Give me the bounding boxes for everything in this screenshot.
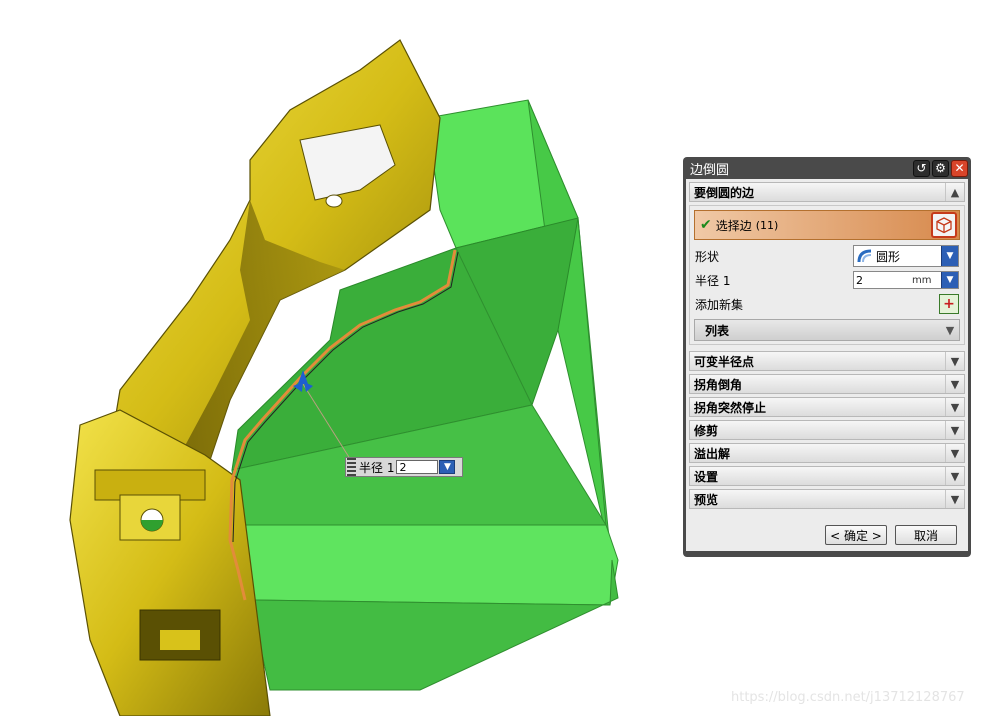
checkmark-icon: ✔ — [700, 217, 712, 233]
shape-select[interactable]: 圆形 ▼ — [853, 245, 959, 267]
shape-label: 形状 — [695, 249, 720, 264]
grip-icon[interactable] — [347, 458, 356, 476]
list-header-label: 列表 — [705, 323, 730, 338]
section-header-collapsed[interactable]: 溢出解 ▼ — [689, 443, 965, 463]
section-title-edges: 要倒圆的边 — [694, 185, 755, 200]
radius-value[interactable]: 2 — [854, 274, 912, 287]
section-header-edges[interactable]: 要倒圆的边 ▲ — [689, 182, 965, 202]
chevron-down-icon[interactable]: ▼ — [945, 444, 964, 462]
cube-icon — [936, 217, 952, 234]
ok-button[interactable]: < 确定 > — [825, 525, 887, 545]
radius-input[interactable]: 2 mm ▼ — [853, 271, 959, 289]
add-new-set-row: 添加新集 + — [694, 292, 960, 316]
chevron-down-icon[interactable]: ▼ — [439, 460, 456, 474]
section-title: 预览 — [694, 492, 719, 507]
collapsed-sections: 可变半径点 ▼ 拐角倒角 ▼ 拐角突然停止 ▼ 修剪 ▼ 溢出解 ▼ 设置 ▼ 预览 ▼ — [689, 351, 965, 509]
chevron-down-icon[interactable]: ▼ — [945, 490, 964, 508]
select-edge-count: (11) — [755, 218, 779, 232]
section-header-collapsed[interactable]: 可变半径点 ▼ — [689, 351, 965, 371]
chevron-down-icon[interactable]: ▼ — [945, 421, 964, 439]
reset-icon[interactable]: ↺ — [913, 159, 930, 177]
section-header-collapsed[interactable]: 拐角倒角 ▼ — [689, 374, 965, 394]
section-title: 拐角倒角 — [694, 377, 743, 392]
green-body-front-face — [237, 524, 619, 606]
section-title: 可变半径点 — [694, 354, 755, 369]
list-header[interactable]: 列表 ▼ — [694, 319, 960, 341]
add-new-set-icon[interactable]: + — [939, 294, 959, 314]
section-header-collapsed[interactable]: 设置 ▼ — [689, 466, 965, 486]
chevron-down-icon[interactable]: ▼ — [941, 246, 958, 266]
add-new-set-label: 添加新集 — [695, 297, 744, 312]
connector-slot-inner — [160, 630, 200, 650]
select-edge-label: 选择边 — [715, 218, 752, 233]
chevron-down-icon[interactable]: ▼ — [941, 324, 959, 337]
radius-label: 半径 1 — [695, 273, 731, 288]
section-header-collapsed[interactable]: 修剪 ▼ — [689, 420, 965, 440]
section-title: 设置 — [694, 469, 719, 484]
chevron-down-icon[interactable]: ▼ — [945, 398, 964, 416]
circular-shape-icon — [857, 249, 872, 263]
floating-radius-value-field[interactable]: 2 — [396, 460, 439, 474]
dialog-titlebar[interactable]: 边倒圆 ↺ ⚙ ✕ — [686, 157, 968, 179]
chevron-down-icon[interactable]: ▼ — [941, 272, 958, 288]
chevron-down-icon[interactable]: ▼ — [945, 467, 964, 485]
section-body-edges: ✔ 选择边 (11) 形状 圆形 ▼ 半径 1 2 mm ▼ 添加新集 + 列表… — [689, 205, 965, 345]
floating-radius-label: 半径 1 — [359, 460, 395, 475]
edge-blend-dialog: 边倒圆 ↺ ⚙ ✕ 要倒圆的边 ▲ ✔ 选择边 (11) 形状 圆形 ▼ 半径 … — [683, 157, 971, 557]
section-title: 修剪 — [694, 423, 719, 438]
shape-value: 圆形 — [876, 249, 901, 264]
section-header-collapsed[interactable]: 预览 ▼ — [689, 489, 965, 509]
close-icon[interactable]: ✕ — [951, 159, 968, 177]
dialog-body: 要倒圆的边 ▲ ✔ 选择边 (11) 形状 圆形 ▼ 半径 1 2 mm ▼ 添… — [686, 179, 968, 551]
select-edge-cube-icon[interactable] — [931, 212, 957, 238]
section-title: 溢出解 — [694, 446, 731, 461]
chevron-down-icon[interactable]: ▼ — [945, 375, 964, 393]
watermark: https://blog.csdn.net/j13712128767 — [731, 690, 965, 705]
chevron-up-icon[interactable]: ▲ — [945, 183, 964, 201]
section-title: 拐角突然停止 — [694, 400, 767, 415]
chevron-down-icon[interactable]: ▼ — [945, 352, 964, 370]
select-edge-row[interactable]: ✔ 选择边 (11) — [694, 210, 960, 240]
dialog-footer: < 确定 > 取消 — [689, 519, 965, 551]
section-header-collapsed[interactable]: 拐角突然停止 ▼ — [689, 397, 965, 417]
radius-unit: mm — [912, 274, 932, 286]
cancel-button[interactable]: 取消 — [895, 525, 957, 545]
yellow-bracket-hole — [325, 194, 343, 208]
radius-row: 半径 1 2 mm ▼ — [694, 268, 960, 292]
gear-icon[interactable]: ⚙ — [932, 159, 949, 177]
floating-radius-input[interactable]: 半径 1 2 ▼ — [345, 457, 463, 477]
shape-row: 形状 圆形 ▼ — [694, 244, 960, 268]
dialog-title: 边倒圆 — [690, 162, 730, 178]
